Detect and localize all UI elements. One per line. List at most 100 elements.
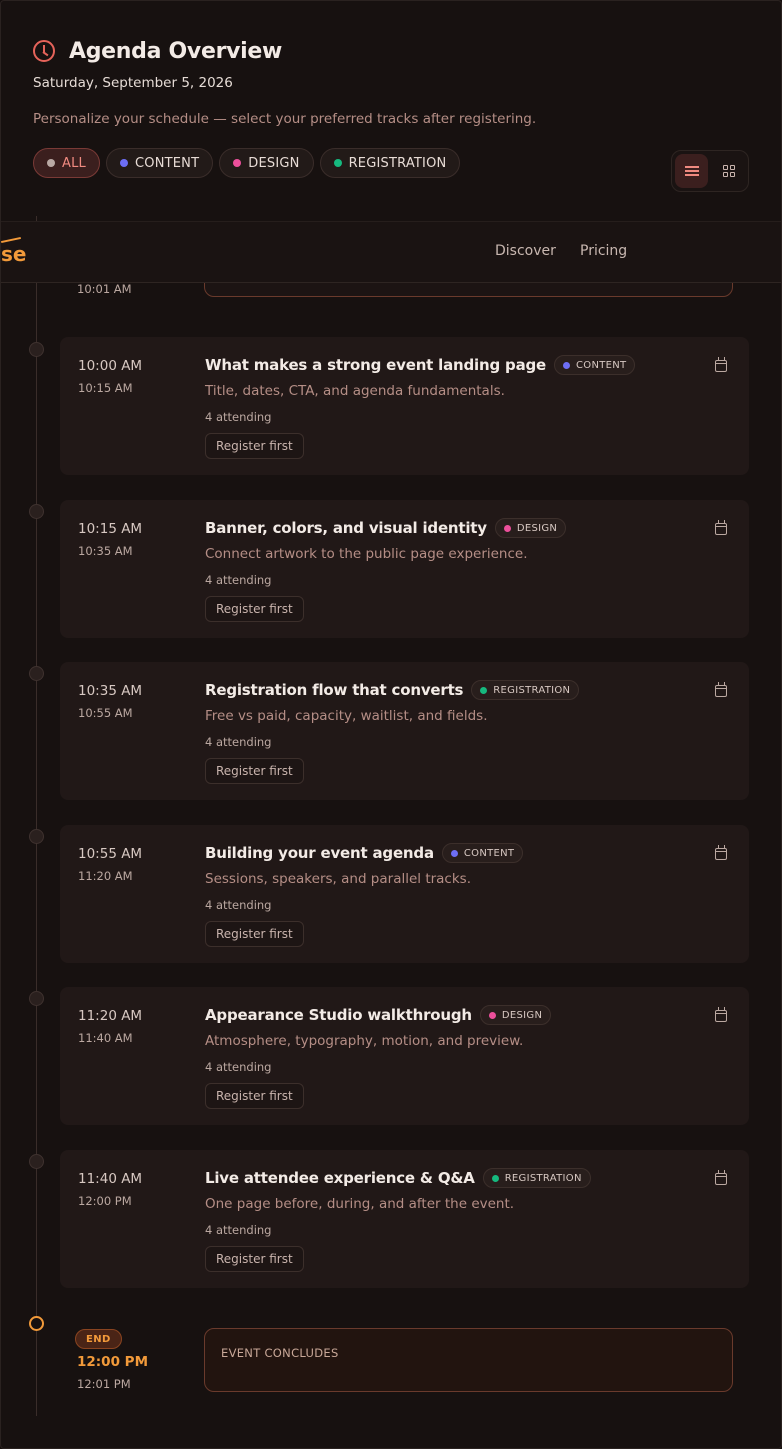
track-dot	[488, 1011, 496, 1019]
filter-label: CONTENT	[134, 155, 200, 171]
previous-session-end-time: 10:01 AM	[77, 282, 132, 296]
session-card[interactable]: 10:35 AM 10:55 AM Registration flow that…	[60, 662, 749, 800]
session-start-time: 11:20 AM	[78, 1008, 143, 1024]
track-dot	[480, 686, 488, 694]
event-concludes-card: EVENT CONCLUDES	[204, 1328, 733, 1392]
event-date: Saturday, September 5, 2026	[33, 75, 233, 91]
session-card[interactable]: 11:40 AM 12:00 PM Live attendee experien…	[60, 1150, 749, 1288]
session-title-row: Banner, colors, and visual identity DESI…	[205, 518, 567, 538]
register-first-button[interactable]: Register first	[205, 758, 304, 784]
list-icon	[684, 166, 699, 176]
session-attending-count: 4 attending	[205, 410, 272, 424]
session-end-time: 11:40 AM	[78, 1031, 133, 1045]
list-view-button[interactable]	[675, 154, 708, 188]
nav-link-discover[interactable]: Discover	[495, 243, 556, 259]
register-first-button[interactable]: Register first	[205, 433, 304, 459]
grid-icon	[722, 165, 735, 177]
track-label: DESIGN	[501, 1009, 543, 1021]
track-dot	[503, 524, 511, 532]
filter-chip-registration[interactable]: REGISTRATION	[319, 148, 461, 178]
filter-label: REGISTRATION	[348, 155, 447, 171]
session-attending-count: 4 attending	[205, 1060, 272, 1074]
agenda-header: Agenda Overview Saturday, September 5, 2…	[33, 35, 749, 127]
session-title: Registration flow that converts	[205, 681, 464, 699]
session-title-row: Registration flow that converts REGISTRA…	[205, 680, 580, 700]
register-first-button[interactable]: Register first	[205, 596, 304, 622]
site-navbar: se Discover Pricing	[1, 221, 781, 283]
session-title: Appearance Studio walkthrough	[205, 1006, 472, 1024]
session-card[interactable]: 10:55 AM 11:20 AM Building your event ag…	[60, 825, 749, 963]
track-dot	[47, 159, 55, 167]
page-title: Agenda Overview	[69, 38, 283, 64]
view-toggle	[671, 150, 749, 192]
session-attending-count: 4 attending	[205, 1223, 272, 1237]
track-label: REGISTRATION	[504, 1172, 582, 1184]
session-end-time: 11:20 AM	[78, 869, 133, 883]
session-description: Connect artwork to the public page exper…	[205, 546, 528, 562]
agenda-subtitle: Personalize your schedule — select your …	[33, 111, 537, 127]
timeline-dot	[29, 504, 44, 519]
track-dot	[450, 849, 458, 857]
session-end-time: 10:35 AM	[78, 544, 133, 558]
grid-view-button[interactable]	[712, 154, 745, 188]
calendar-icon[interactable]	[715, 1170, 727, 1185]
calendar-icon[interactable]	[715, 520, 727, 535]
session-attending-count: 4 attending	[205, 735, 272, 749]
session-start-time: 10:35 AM	[78, 683, 143, 699]
track-filters: ALL CONTENT DESIGN REGISTRATION	[33, 148, 461, 178]
session-card[interactable]: 10:00 AM 10:15 AM What makes a strong ev…	[60, 337, 749, 475]
session-description: Sessions, speakers, and parallel tracks.	[205, 871, 471, 887]
session-title: Building your event agenda	[205, 844, 434, 862]
session-title: Live attendee experience & Q&A	[205, 1169, 475, 1187]
session-track-tag: DESIGN	[494, 518, 567, 538]
track-label: REGISTRATION	[493, 684, 571, 696]
session-description: Free vs paid, capacity, waitlist, and fi…	[205, 708, 488, 724]
timeline-dot	[29, 829, 44, 844]
session-card[interactable]: 10:15 AM 10:35 AM Banner, colors, and vi…	[60, 500, 749, 638]
session-end-time: 10:15 AM	[78, 381, 133, 395]
filter-chip-all[interactable]: ALL	[33, 148, 100, 178]
track-dot	[563, 361, 570, 369]
timeline-dot	[29, 1154, 44, 1169]
timeline-dot	[29, 991, 44, 1006]
session-title: What makes a strong event landing page	[205, 356, 546, 374]
calendar-icon[interactable]	[715, 357, 727, 372]
site-logo[interactable]: se	[1, 242, 26, 266]
session-description: Atmosphere, typography, motion, and prev…	[205, 1033, 524, 1049]
register-first-button[interactable]: Register first	[205, 1246, 304, 1272]
end-end-time: 12:01 PM	[77, 1377, 131, 1391]
session-track-tag: REGISTRATION	[471, 680, 580, 700]
filter-chip-content[interactable]: CONTENT	[105, 148, 214, 178]
session-title: Banner, colors, and visual identity	[205, 519, 487, 537]
filter-label: DESIGN	[248, 155, 300, 171]
register-first-button[interactable]: Register first	[205, 1083, 304, 1109]
session-track-tag: REGISTRATION	[482, 1168, 591, 1188]
end-start-time: 12:00 PM	[77, 1354, 149, 1370]
track-dot	[491, 1174, 499, 1182]
calendar-icon[interactable]	[715, 682, 727, 697]
session-attending-count: 4 attending	[205, 573, 272, 587]
nav-link-pricing[interactable]: Pricing	[580, 243, 627, 259]
session-start-time: 10:00 AM	[78, 358, 143, 374]
timeline-line	[36, 216, 37, 1416]
session-title-row: Building your event agenda CONTENT	[205, 843, 524, 863]
calendar-icon[interactable]	[715, 1007, 727, 1022]
session-start-time: 10:55 AM	[78, 846, 143, 862]
title-row: Agenda Overview	[33, 35, 749, 67]
session-title-row: What makes a strong event landing page C…	[205, 355, 636, 375]
filter-chip-design[interactable]: DESIGN	[219, 148, 314, 178]
session-track-tag: CONTENT	[441, 843, 524, 863]
track-dot	[119, 159, 128, 167]
track-dot	[233, 159, 242, 167]
session-start-time: 11:40 AM	[78, 1171, 143, 1187]
track-label: DESIGN	[516, 522, 558, 534]
calendar-icon[interactable]	[715, 845, 727, 860]
timeline-end-dot	[29, 1316, 44, 1331]
register-first-button[interactable]: Register first	[205, 921, 304, 947]
session-end-time: 10:55 AM	[78, 706, 133, 720]
agenda-panel: Agenda Overview Saturday, September 5, 2…	[0, 0, 782, 1449]
session-description: One page before, during, and after the e…	[205, 1196, 515, 1212]
end-badge: END	[75, 1329, 122, 1349]
session-track-tag: DESIGN	[479, 1005, 552, 1025]
session-card[interactable]: 11:20 AM 11:40 AM Appearance Studio walk…	[60, 987, 749, 1125]
